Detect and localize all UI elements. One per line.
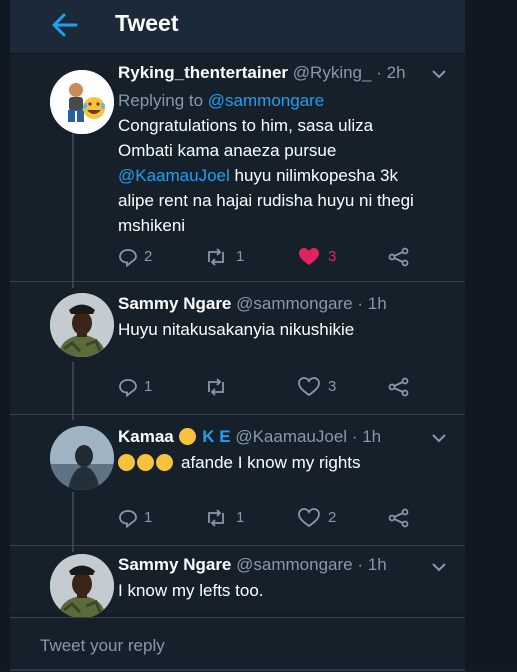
divider xyxy=(10,414,465,415)
reply-input[interactable]: Tweet your reply xyxy=(40,636,165,656)
profile-photo-icon xyxy=(50,426,114,490)
retweet-icon xyxy=(208,248,224,266)
user-handle[interactable]: @sammongare xyxy=(236,555,352,574)
timestamp: 1h xyxy=(367,294,387,313)
share-icon xyxy=(388,247,409,267)
reply-count: 1 xyxy=(144,378,153,395)
avatar[interactable] xyxy=(50,554,114,618)
timestamp: 2h xyxy=(386,63,406,82)
share-icon xyxy=(388,508,409,528)
grin-emoji-icon xyxy=(137,454,154,471)
tweet[interactable]: Sammy Ngare @sammongare · 1h I know my l… xyxy=(10,554,465,618)
separator: · xyxy=(357,555,363,574)
user-handle[interactable]: @sammongare xyxy=(236,294,352,313)
chevron-down-icon[interactable] xyxy=(432,69,446,79)
avatar[interactable] xyxy=(50,426,114,490)
reply-count: 2 xyxy=(144,248,153,265)
separator: · xyxy=(376,63,382,82)
display-name[interactable]: Sammy Ngare xyxy=(118,294,231,313)
text-line: Ombati kama anaeza pursue xyxy=(118,141,337,160)
tweet[interactable]: Ryking_thentertainer @Ryking_ · 2h Reply… xyxy=(10,62,465,277)
text-line: alipe rent na hajai rudisha huyu ni theg… xyxy=(118,191,414,210)
tweet-actions: 1 3 xyxy=(118,375,438,399)
page-title: Tweet xyxy=(115,10,179,36)
sunglasses-emoji-icon xyxy=(178,428,196,445)
profile-photo-icon xyxy=(50,293,114,357)
tweet-text: afande I know my rights xyxy=(118,450,448,475)
timestamp: 1h xyxy=(362,427,382,446)
text-line: huyu nilimkopesha 3k xyxy=(229,166,398,185)
timestamp: 1h xyxy=(367,555,387,574)
tweet-text: Huyu nitakusakanyia nikushikie xyxy=(118,317,448,342)
like-count: 3 xyxy=(328,248,337,265)
heart-icon xyxy=(299,248,319,265)
reply-icon xyxy=(119,249,137,267)
grin-emoji-icon xyxy=(118,454,135,471)
tweet[interactable]: Sammy Ngare @sammongare · 1h Huyu nitaku… xyxy=(10,293,465,408)
tweet[interactable]: Kamaa K E @KaamauJoel · 1h afande I know… xyxy=(10,426,465,541)
user-handle[interactable]: @Ryking_ xyxy=(293,63,372,82)
divider xyxy=(10,281,465,282)
chevron-down-icon[interactable] xyxy=(432,562,446,572)
avatar[interactable] xyxy=(50,70,114,134)
reply-icon xyxy=(119,379,137,397)
text-line: Huyu nitakusakanyia nikushikie xyxy=(118,320,355,339)
tweet-actions: 2 1 3 xyxy=(118,245,438,269)
text-line: Congratulations to him, sasa uliza xyxy=(118,116,374,135)
heart-icon xyxy=(298,377,320,397)
display-name[interactable]: Kamaa xyxy=(118,427,174,446)
profile-photo-icon xyxy=(50,554,114,618)
mention-link[interactable]: @KaamauJoel xyxy=(118,166,230,185)
left-edge xyxy=(0,0,10,671)
cartoon-avatar-icon xyxy=(50,70,114,134)
grin-emoji-icon xyxy=(156,454,173,471)
separator: · xyxy=(351,427,358,446)
share-icon xyxy=(388,377,409,397)
tweet-text: Replying to @sammongare Congratulations … xyxy=(118,88,458,238)
avatar[interactable] xyxy=(50,293,114,357)
display-name[interactable]: Ryking_thentertainer xyxy=(118,63,288,82)
text-line: I know my lefts too. xyxy=(118,581,264,600)
like-count: 3 xyxy=(328,378,337,395)
retweet-icon xyxy=(208,378,224,396)
right-edge xyxy=(465,0,517,671)
retweet-icon xyxy=(208,509,224,527)
divider xyxy=(10,545,465,546)
retweet-count: 1 xyxy=(236,248,245,265)
top-bar: Tweet xyxy=(10,0,465,53)
user-handle[interactable]: @KaamauJoel xyxy=(235,427,347,446)
retweet-count: 1 xyxy=(236,509,245,526)
tweet-header: Sammy Ngare @sammongare · 1h xyxy=(118,293,387,315)
tweet-header: Kamaa K E @KaamauJoel · 1h xyxy=(118,426,381,448)
reply-composer: Tweet your reply xyxy=(10,617,465,672)
like-count: 2 xyxy=(328,509,337,526)
chevron-down-icon[interactable] xyxy=(432,433,446,443)
text-line: mshikeni xyxy=(118,216,186,235)
reply-icon xyxy=(119,510,137,528)
replying-label: Replying to xyxy=(118,91,204,110)
separator: · xyxy=(357,294,363,313)
tweet-header: Ryking_thentertainer @Ryking_ · 2h xyxy=(118,62,406,84)
tweet-actions: 1 1 2 xyxy=(118,506,438,530)
tweet-text: I know my lefts too. xyxy=(118,578,448,603)
tweet-header: Sammy Ngare @sammongare · 1h xyxy=(118,554,387,576)
display-name-suffix: K E xyxy=(202,427,231,446)
heart-icon xyxy=(298,508,320,528)
mention-link[interactable]: @sammongare xyxy=(208,91,324,110)
reply-count: 1 xyxy=(144,509,153,526)
display-name[interactable]: Sammy Ngare xyxy=(118,555,231,574)
text-line: afande I know my rights xyxy=(181,453,361,472)
back-arrow-icon[interactable] xyxy=(48,8,82,42)
